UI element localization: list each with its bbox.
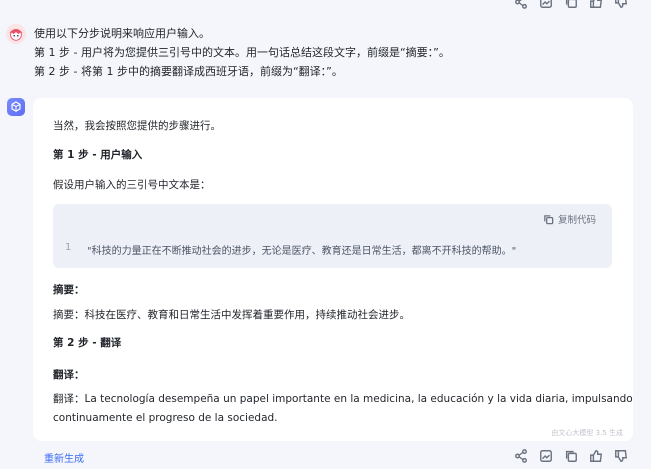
bottom-action-bar [513,448,629,464]
translation-line: 翻译：La tecnología desempeña un papel impo… [53,393,633,405]
step1-text: 假设用户输入的三引号中文本是： [53,179,211,191]
translation-line: continuamente el progreso de la sociedad… [53,412,278,424]
step2-title: 第 2 步 - 翻译 [53,337,122,349]
line-number: 1 [65,242,72,253]
user-avatar [6,24,26,44]
copy-code-label: 复制代码 [557,215,596,226]
code-line: 1 "科技的力量正在不断推动社会的进步，无论是医疗、教育还是日常生活，都离不开科… [65,242,516,257]
translation-heading: 翻译： [53,369,85,381]
user-message: 使用以下分步说明来响应用户输入。 第 1 步 - 用户将为您提供三引号中的文本。… [6,24,450,81]
user-message-line: 第 1 步 - 用户将为您提供三引号中的文本。用一句话总结这段文字，前缀是“摘要… [34,46,450,59]
cube-icon [11,101,21,112]
copy-code-button[interactable]: 复制代码 [543,212,596,226]
copy-icon[interactable] [563,0,579,10]
image-icon[interactable] [538,0,554,10]
user-message-line: 第 2 步 - 将第 1 步中的摘要翻译成西班牙语，前缀为“翻译：”。 [34,65,343,78]
code-text: "科技的力量正在不断推动社会的进步，无论是医疗、教育还是日常生活，都离不开科技的… [87,246,517,257]
thumbs-down-icon[interactable] [613,0,629,10]
step1-title: 第 1 步 - 用户输入 [53,149,143,161]
character-avatar-icon [9,29,23,41]
code-block: 复制代码 1 "科技的力量正在不断推动社会的进步，无论是医疗、教育还是日常生活，… [53,204,612,268]
response-card: 当然，我会按照您提供的步骤进行。 第 1 步 - 用户输入 假设用户输入的三引号… [33,98,633,441]
thumbs-up-icon[interactable] [588,448,604,464]
share-icon[interactable] [513,448,529,464]
share-icon[interactable] [513,0,529,10]
regenerate-button[interactable]: 重新生成 [44,450,84,465]
copy-icon [544,214,554,224]
response-intro: 当然，我会按照您提供的步骤进行。 [53,120,221,132]
bot-avatar [7,98,25,116]
image-icon[interactable] [538,448,554,464]
copy-icon[interactable] [563,448,579,464]
thumbs-up-icon[interactable] [588,0,604,10]
summary-heading: 摘要： [53,284,85,296]
thumbs-down-icon[interactable] [613,448,629,464]
model-watermark: 由文心大模型 3.5 生成 [551,429,623,437]
summary-text: 摘要：科技在医疗、教育和日常生活中发挥着重要作用，持续推动社会进步。 [53,309,410,321]
top-action-bar [513,0,629,10]
user-message-line: 使用以下分步说明来响应用户输入。 [34,27,210,40]
